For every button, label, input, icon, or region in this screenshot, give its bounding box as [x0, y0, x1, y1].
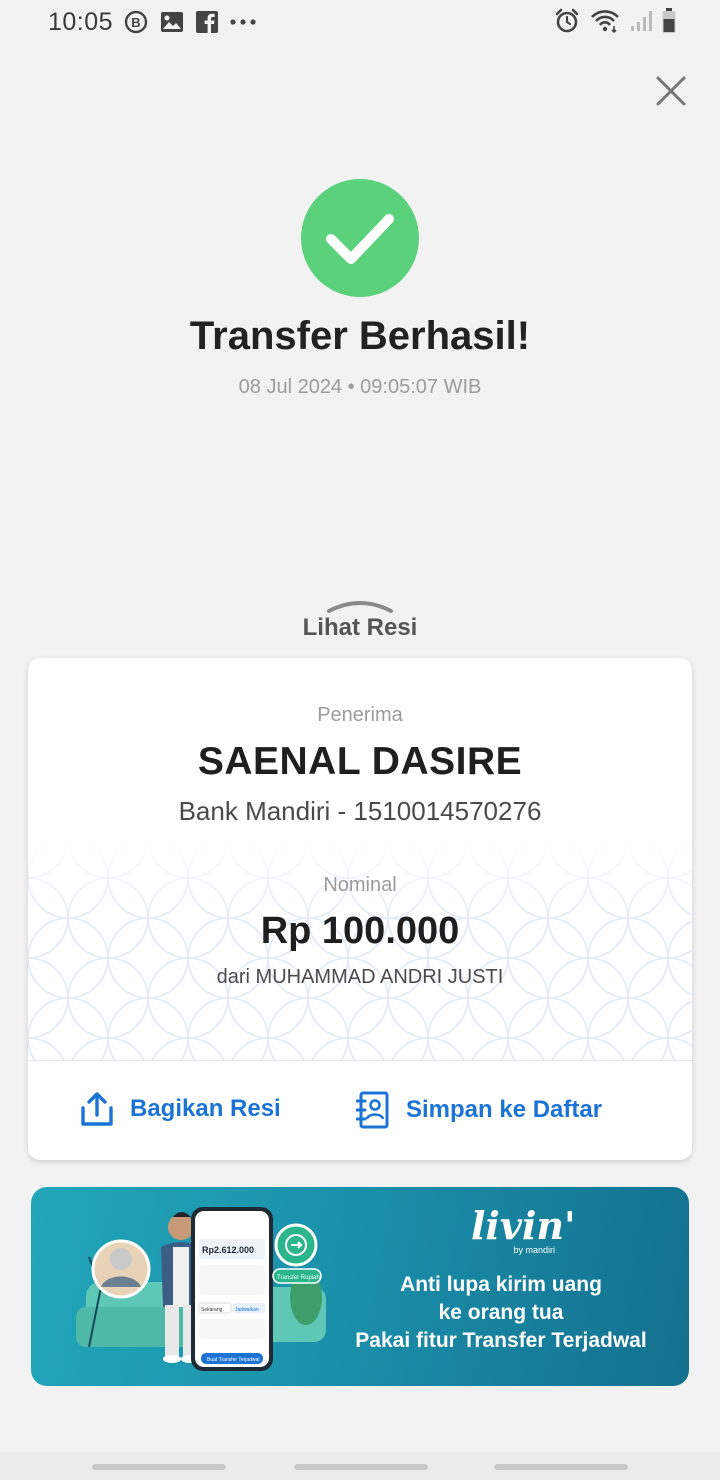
share-receipt-button[interactable]: Bagikan Resi — [80, 1091, 281, 1127]
system-nav-bar — [0, 1452, 720, 1480]
phone-cta: Buat Transfer Terjadwal — [207, 1357, 259, 1363]
phone-tab-now: Sekarang — [201, 1307, 223, 1313]
status-icons-right — [554, 8, 676, 34]
recipient-bank-account: Bank Mandiri - 1510014570276 — [178, 796, 542, 826]
svg-text:B: B — [131, 15, 140, 30]
phone-tab-scheduled: Jadwalkan — [235, 1307, 259, 1313]
transfer-amount: Rp 100.000 — [260, 910, 460, 952]
page-title: Transfer Berhasil! — [189, 314, 531, 358]
close-button[interactable] — [652, 72, 690, 110]
recipient-name: SAENAL DASIRE — [197, 740, 523, 783]
success-badge — [301, 179, 419, 297]
view-receipt-label[interactable]: Lihat Resi — [0, 614, 720, 642]
save-to-list-button[interactable]: Simpan ke Daftar — [356, 1091, 602, 1129]
image-icon — [161, 12, 183, 32]
promo-banner[interactable]: Rp2.612.000 Sekarang Jadwalkan Buat Tran… — [31, 1187, 689, 1386]
chevron-up-icon — [327, 601, 393, 613]
signal-icon — [631, 11, 652, 31]
nav-home-button[interactable] — [294, 1464, 428, 1470]
alarm-icon — [555, 8, 579, 33]
phone-transfer-button: Transfer Rupiah — [277, 1275, 320, 1281]
share-receipt-label: Bagikan Resi — [130, 1095, 281, 1122]
banner-line-2: ke orang tua — [438, 1301, 564, 1324]
banner-text: Anti lupa kirim uang ke orang tua Pakai … — [341, 1271, 661, 1355]
nav-recents-button[interactable] — [92, 1464, 226, 1470]
b-circle-icon: B — [124, 10, 148, 34]
banner-line-3: Pakai fitur Transfer Terjadwal — [355, 1329, 647, 1352]
contact-book-icon — [356, 1091, 389, 1129]
close-icon — [656, 76, 686, 106]
transfer-datetime: 08 Jul 2024 • 09:05:07 WIB — [238, 376, 482, 398]
share-icon — [81, 1092, 113, 1126]
receipt-card: Penerima SAENAL DASIRE Bank Mandiri - 15… — [28, 658, 692, 1160]
banner-line-1: Anti lupa kirim uang — [400, 1273, 602, 1296]
receipt-toggle-handle[interactable] — [325, 595, 395, 615]
nav-back-button[interactable] — [494, 1464, 628, 1470]
facebook-icon — [196, 11, 218, 33]
battery-icon — [662, 8, 676, 33]
status-icons-left: B — [124, 10, 256, 34]
receipt-actions: Bagikan Resi Simpan ke Daftar — [28, 1061, 692, 1160]
sender-name: dari MUHAMMAD ANDRI JUSTI — [216, 966, 504, 988]
phone-amount: Rp2.612.000 — [202, 1245, 254, 1255]
livin-logo: livin' by mandiri — [471, 1203, 576, 1256]
banner-illustration: Rp2.612.000 Sekarang Jadwalkan Buat Tran… — [76, 1207, 326, 1371]
wifi-icon — [591, 10, 619, 33]
more-dots-icon — [230, 19, 256, 25]
recipient-label: Penerima — [317, 704, 403, 726]
status-time: 10:05 — [48, 8, 114, 36]
save-to-list-label: Simpan ke Daftar — [406, 1096, 603, 1123]
checkmark-icon — [326, 214, 394, 264]
status-bar: 10:05 B — [0, 0, 720, 44]
amount-label: Nominal — [323, 874, 397, 896]
